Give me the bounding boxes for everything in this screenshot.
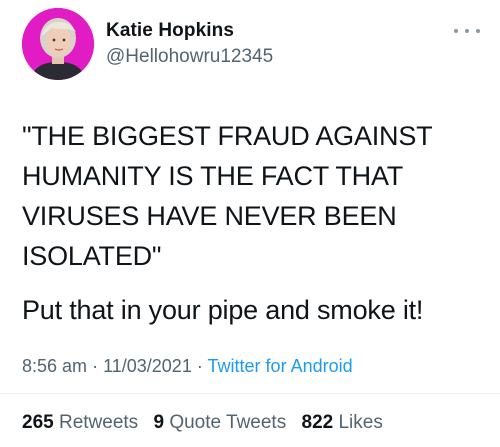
quote-tweets-label: Quote Tweets: [169, 412, 287, 433]
tweet-date[interactable]: 11/03/2021: [103, 356, 192, 376]
divider: [0, 393, 500, 394]
avatar[interactable]: [22, 8, 94, 80]
dot: [476, 29, 480, 33]
tweet-text-punchline: Put that in your pipe and smoke it!: [22, 295, 424, 325]
author-name[interactable]: Katie Hopkins: [106, 20, 234, 42]
tweet-source-link[interactable]: Twitter for Android: [208, 356, 353, 376]
dot: [454, 29, 458, 33]
avatar-portrait-icon: [22, 8, 94, 80]
likes-count: 822: [301, 412, 334, 433]
retweets-count: 265: [22, 412, 54, 433]
quote-tweets-count: 9: [153, 412, 165, 433]
meta-separator: ·: [92, 356, 99, 376]
meta-separator: ·: [196, 356, 203, 376]
quote-tweets-stat[interactable]: 9 Quote Tweets: [153, 412, 286, 433]
tweet-text-line: ISOLATED": [22, 241, 162, 271]
tweet-card: Katie Hopkins @Hellohowru12345 "THE BIGG…: [0, 0, 500, 447]
tweet-text-line: "THE BIGGEST FRAUD AGAINST: [22, 121, 433, 151]
likes-label: Likes: [338, 412, 383, 433]
tweet-stats: 265 Retweets 9 Quote Tweets 822 Likes: [22, 412, 393, 434]
tweet-text-line: VIRUSES HAVE NEVER BEEN: [22, 201, 397, 231]
retweets-label: Retweets: [58, 412, 139, 433]
author-handle[interactable]: @Hellohowru12345: [106, 46, 273, 68]
tweet-text-line: HUMANITY IS THE FACT THAT: [22, 161, 404, 191]
dot: [465, 29, 469, 33]
more-options-icon[interactable]: [454, 26, 480, 36]
retweets-stat[interactable]: 265 Retweets: [22, 412, 138, 433]
likes-stat[interactable]: 822 Likes: [302, 412, 383, 433]
tweet-meta: 8:56 am · 11/03/2021 · Twitter for Andro…: [22, 356, 353, 377]
tweet-time[interactable]: 8:56 am: [22, 356, 87, 376]
tweet-text: "THE BIGGEST FRAUD AGAINST HUMANITY IS T…: [22, 116, 478, 276]
